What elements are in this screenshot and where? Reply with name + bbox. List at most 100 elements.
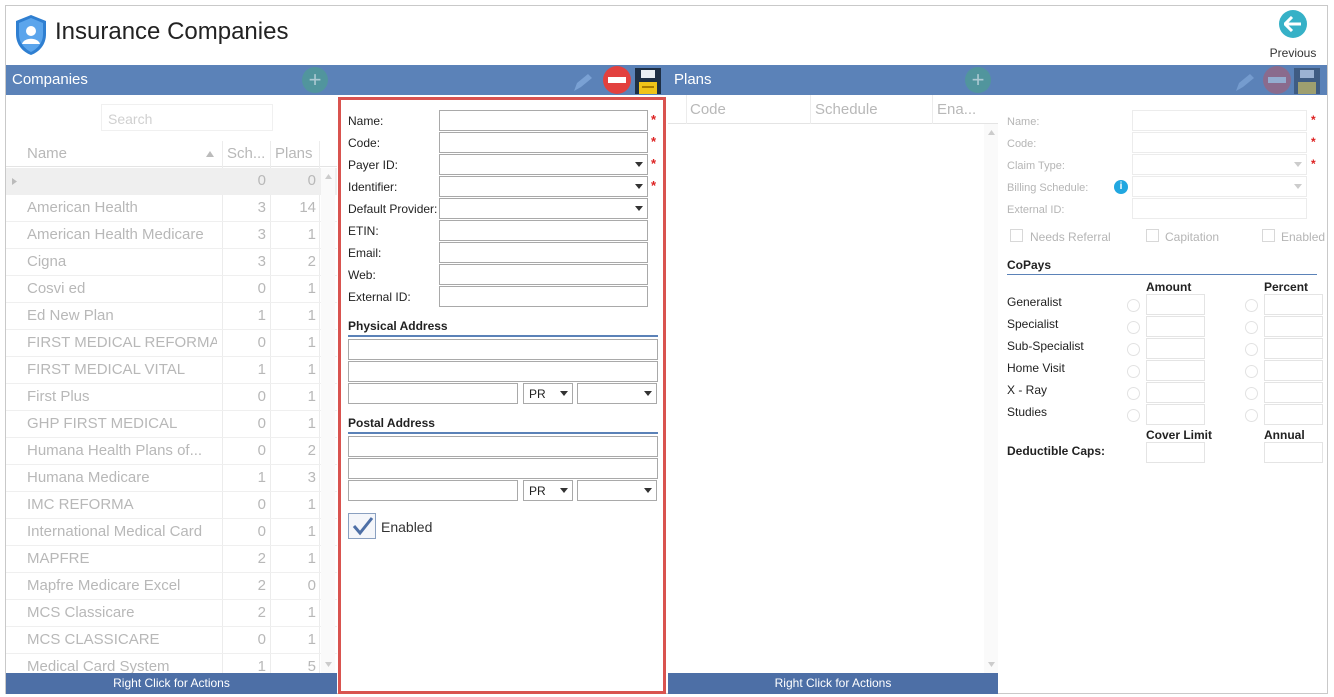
- copay-percent-field[interactable]: [1264, 294, 1323, 315]
- column-header-plans[interactable]: Plans: [275, 145, 313, 162]
- table-row[interactable]: 00: [6, 168, 337, 195]
- plan-external-id-field[interactable]: [1132, 198, 1307, 219]
- copay-percent-field[interactable]: [1264, 316, 1323, 337]
- save-disk-icon[interactable]: [635, 68, 661, 94]
- postal-address-line1[interactable]: [348, 436, 658, 457]
- plans-scrollbar[interactable]: [984, 124, 998, 673]
- copay-amount-field[interactable]: [1146, 338, 1205, 359]
- table-row[interactable]: GHP FIRST MEDICAL 0 1: [6, 411, 337, 438]
- scroll-down-icon[interactable]: [325, 662, 332, 667]
- copay-amount-radio[interactable]: [1127, 343, 1140, 356]
- table-row[interactable]: Ed New Plan 1 1: [6, 303, 337, 330]
- default-provider-select[interactable]: [439, 198, 648, 219]
- table-row[interactable]: MCS CLASSICARE 0 1: [6, 627, 337, 654]
- column-header-schedules[interactable]: Sch...: [227, 145, 265, 162]
- payer-id-select[interactable]: [439, 154, 648, 175]
- annual-field[interactable]: [1264, 442, 1323, 463]
- companies-footer[interactable]: Right Click for Actions: [6, 673, 337, 694]
- postal-state-select[interactable]: PR: [523, 480, 573, 501]
- physical-state-select[interactable]: PR: [523, 383, 573, 404]
- copay-amount-radio[interactable]: [1127, 299, 1140, 312]
- copay-percent-radio[interactable]: [1245, 365, 1258, 378]
- physical-address-line1[interactable]: [348, 339, 658, 360]
- physical-zip-select[interactable]: [577, 383, 657, 404]
- column-header-name[interactable]: Name: [27, 145, 67, 162]
- companies-scrollbar[interactable]: [321, 168, 335, 673]
- add-plan-button[interactable]: +: [965, 67, 991, 93]
- copay-amount-field[interactable]: [1146, 404, 1205, 425]
- copay-amount-radio[interactable]: [1127, 387, 1140, 400]
- table-row[interactable]: Medical Card System 1 5: [6, 654, 337, 673]
- copay-amount-radio[interactable]: [1127, 409, 1140, 422]
- previous-button[interactable]: Previous: [1265, 10, 1321, 62]
- table-row[interactable]: MAPFRE 2 1: [6, 546, 337, 573]
- delete-plan-button[interactable]: [1263, 66, 1291, 94]
- enabled-label: Enabled: [381, 519, 433, 535]
- delete-company-button[interactable]: [603, 66, 631, 94]
- table-row[interactable]: FIRST MEDICAL REFORMA 0 1: [6, 330, 337, 357]
- copay-amount-field[interactable]: [1146, 294, 1205, 315]
- copay-percent-radio[interactable]: [1245, 343, 1258, 356]
- etin-field[interactable]: [439, 220, 648, 241]
- copay-percent-radio[interactable]: [1245, 299, 1258, 312]
- table-row[interactable]: First Plus 0 1: [6, 384, 337, 411]
- claim-type-select[interactable]: [1132, 154, 1307, 175]
- name-field[interactable]: [439, 110, 648, 131]
- copay-amount-field[interactable]: [1146, 382, 1205, 403]
- table-row[interactable]: MCS Classicare 2 1: [6, 600, 337, 627]
- table-row[interactable]: American Health 3 14: [6, 195, 337, 222]
- table-row[interactable]: IMC REFORMA 0 1: [6, 492, 337, 519]
- postal-address-line2[interactable]: [348, 458, 658, 479]
- search-input[interactable]: Search: [101, 104, 273, 131]
- column-header-enabled[interactable]: Ena...: [937, 101, 976, 118]
- plan-code-field[interactable]: [1132, 132, 1307, 153]
- copay-amount-radio[interactable]: [1127, 365, 1140, 378]
- scroll-down-icon[interactable]: [988, 662, 995, 667]
- copay-percent-radio[interactable]: [1245, 387, 1258, 400]
- capitation-checkbox[interactable]: [1146, 229, 1159, 242]
- physical-city-field[interactable]: [348, 383, 518, 404]
- scroll-up-icon[interactable]: [325, 174, 332, 179]
- table-row[interactable]: International Medical Card 0 1: [6, 519, 337, 546]
- identifier-select[interactable]: [439, 176, 648, 197]
- column-header-schedule[interactable]: Schedule: [815, 101, 878, 118]
- add-company-button[interactable]: +: [302, 67, 328, 93]
- scroll-up-icon[interactable]: [988, 130, 995, 135]
- plans-footer[interactable]: Right Click for Actions: [668, 673, 998, 694]
- copay-amount-field[interactable]: [1146, 360, 1205, 381]
- copay-amount-field[interactable]: [1146, 316, 1205, 337]
- copay-percent-field[interactable]: [1264, 382, 1323, 403]
- external-id-field[interactable]: [439, 286, 648, 307]
- copay-percent-field[interactable]: [1264, 338, 1323, 359]
- edit-pencil-icon[interactable]: [1234, 73, 1256, 93]
- copay-amount-radio[interactable]: [1127, 321, 1140, 334]
- physical-address-line2[interactable]: [348, 361, 658, 382]
- postal-city-field[interactable]: [348, 480, 518, 501]
- email-field[interactable]: [439, 242, 648, 263]
- table-row[interactable]: Cigna 3 2: [6, 249, 337, 276]
- save-disk-icon[interactable]: [1294, 68, 1320, 94]
- code-field[interactable]: [439, 132, 648, 153]
- table-row[interactable]: Humana Health Plans of... 0 2: [6, 438, 337, 465]
- copay-percent-field[interactable]: [1264, 404, 1323, 425]
- postal-zip-select[interactable]: [577, 480, 657, 501]
- table-row[interactable]: Mapfre Medicare Excel 2 0: [6, 573, 337, 600]
- table-row[interactable]: FIRST MEDICAL VITAL 1 1: [6, 357, 337, 384]
- cover-limit-field[interactable]: [1146, 442, 1205, 463]
- billing-schedule-select[interactable]: [1132, 176, 1307, 197]
- copay-percent-field[interactable]: [1264, 360, 1323, 381]
- plan-name-field[interactable]: [1132, 110, 1307, 131]
- plan-enabled-checkbox[interactable]: [1262, 229, 1275, 242]
- enabled-checkbox[interactable]: [348, 513, 376, 539]
- copay-percent-radio[interactable]: [1245, 321, 1258, 334]
- table-row[interactable]: American Health Medicare 3 1: [6, 222, 337, 249]
- web-field[interactable]: [439, 264, 648, 285]
- needs-referral-checkbox[interactable]: [1010, 229, 1023, 242]
- schedules-cell: 1: [257, 658, 266, 673]
- table-row[interactable]: Cosvi ed 0 1: [6, 276, 337, 303]
- copay-percent-radio[interactable]: [1245, 409, 1258, 422]
- column-header-code[interactable]: Code: [690, 101, 726, 118]
- info-icon[interactable]: i: [1114, 180, 1128, 194]
- table-row[interactable]: Humana Medicare 1 3: [6, 465, 337, 492]
- edit-pencil-icon[interactable]: [572, 73, 594, 93]
